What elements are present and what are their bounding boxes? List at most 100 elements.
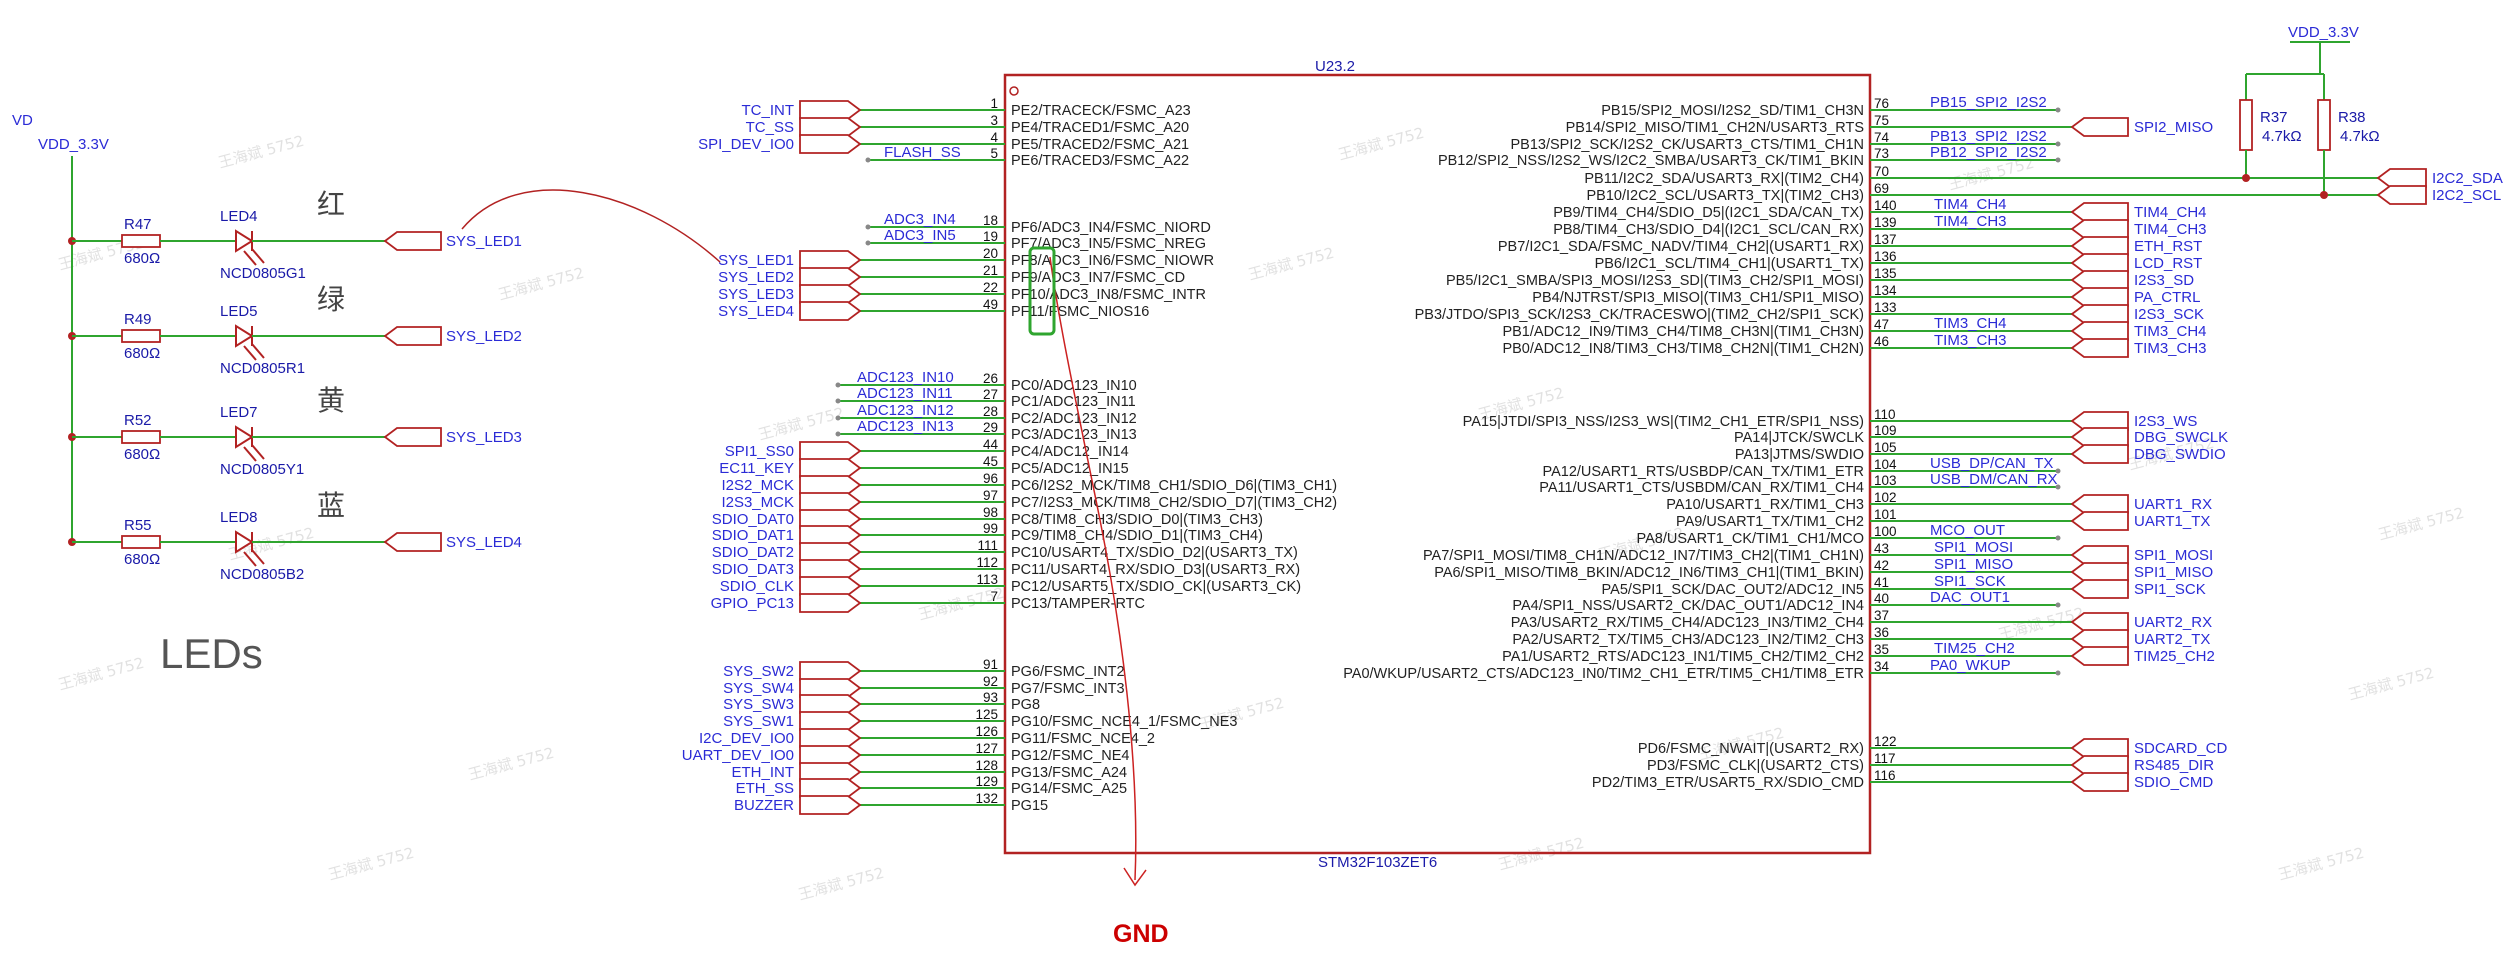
- pin-name: PA9/USART1_TX/TIM1_CH2: [1676, 514, 1864, 530]
- port-label: I2S3_SCK: [2134, 306, 2204, 323]
- resistor: [121, 535, 161, 549]
- net-label: PA0_WKUP: [1930, 657, 2011, 674]
- net-port: [799, 525, 862, 545]
- pin-number: 96: [983, 471, 998, 486]
- pin-name: PA4/SPI1_NSS/USART2_CK/DAC_OUT1/ADC12_IN…: [1512, 598, 1864, 614]
- wire-end: [835, 398, 841, 404]
- pin-number: 122: [1874, 734, 1897, 749]
- pin-number: 76: [1874, 96, 1889, 111]
- sys-led1-annotation-arc: [461, 189, 721, 263]
- net-port: [799, 458, 862, 478]
- pin-name: PB6/I2C1_SCL/TIM4_CH1|(USART1_TX): [1595, 256, 1864, 272]
- pin-name: PC1/ADC123_IN11: [1011, 394, 1136, 410]
- watermark-text: 王海斌 5752: [496, 264, 586, 304]
- net-port: [799, 267, 862, 287]
- pin-name: PB15/SPI2_MOSI/I2S2_SD/TIM1_CH3N: [1601, 103, 1864, 119]
- net-port: [799, 284, 862, 304]
- net-label: I2S3_MCK: [721, 494, 794, 511]
- led-color-label: 绿: [317, 283, 345, 316]
- net-label: SDIO_DAT1: [712, 527, 794, 544]
- wire-end: [2055, 141, 2061, 147]
- resistor-value: 680Ω: [124, 446, 160, 463]
- pin-name: PF9/ADC3_IN7/FSMC_CD: [1011, 270, 1185, 286]
- net-label: SPI1_SS0: [725, 443, 794, 460]
- net-port: [2070, 287, 2129, 307]
- pin-number: 5: [990, 146, 998, 161]
- net-port: [2070, 511, 2129, 531]
- pin-name: PF11/FSMC_NIOS16: [1011, 304, 1149, 320]
- led-row: R52 680Ω LED7 NCD0805Y1 黄 SYS_LED3: [68, 384, 522, 478]
- net-label: ADC123_IN10: [857, 369, 954, 386]
- watermark-text: 王海斌 5752: [326, 844, 416, 884]
- pin-number: 113: [976, 572, 998, 587]
- watermark-text: 王海斌 5752: [2276, 844, 2366, 884]
- pin-number: 126: [975, 724, 998, 739]
- pin-number: 116: [1874, 768, 1896, 783]
- watermark-text: 王海斌 5752: [756, 404, 846, 444]
- pin-number: 102: [1874, 490, 1897, 505]
- pin-name: PC10/USART4_TX/SDIO_D2|(USART3_TX): [1011, 545, 1298, 561]
- resistor: [121, 430, 161, 444]
- net-port: [799, 559, 862, 579]
- net-label: SYS_SW2: [723, 663, 794, 680]
- pin-number: 28: [983, 404, 998, 419]
- net-label: SDIO_CLK: [720, 578, 794, 595]
- led-color-label: 红: [317, 188, 345, 221]
- pin-name: PC8/TIM8_CH3/SDIO_D0|(TIM3_CH3): [1011, 512, 1263, 528]
- wire-end: [865, 224, 871, 230]
- net-port: [2070, 253, 2129, 273]
- pin-number: 73: [1874, 146, 1889, 161]
- pin-name: PB9/TIM4_CH4/SDIO_D5|(I2C1_SDA/CAN_TX): [1553, 205, 1864, 221]
- net-port: [2070, 304, 2129, 324]
- port-label: DBG_SWCLK: [2134, 429, 2228, 446]
- pin-number: 137: [1874, 232, 1897, 247]
- port-label: PA_CTRL: [2134, 289, 2200, 306]
- net-label: ETH_SS: [736, 780, 794, 797]
- pin-number: 45: [983, 454, 998, 469]
- net-port: [2070, 338, 2129, 358]
- port-label: UART2_TX: [2134, 631, 2210, 648]
- pin-number: 127: [975, 741, 998, 756]
- pin-number: 98: [983, 505, 998, 520]
- pin-number: 40: [1874, 591, 1889, 606]
- net-port: [2070, 117, 2129, 137]
- wire-end: [2055, 602, 2061, 608]
- resistor-value: 680Ω: [124, 250, 160, 267]
- led-part: NCD0805Y1: [220, 461, 304, 478]
- net-port: [2070, 755, 2129, 775]
- port-label: UART1_RX: [2134, 496, 2212, 513]
- pin-name: PC11/USART4_RX/SDIO_D3|(USART3_RX): [1011, 562, 1300, 578]
- led-diode-symbol: [235, 229, 254, 253]
- led-net-label: SYS_LED4: [446, 534, 522, 551]
- pin-number: 3: [990, 113, 998, 128]
- net-port: [2070, 494, 2129, 514]
- vdd-left-label: VDD_3.3V: [38, 136, 109, 153]
- net-port: [799, 593, 862, 613]
- pin-name: PB10/I2C2_SCL/USART3_TX|(TIM2_CH3): [1587, 188, 1865, 204]
- net-port: [799, 441, 862, 461]
- pin-name: PC7/I2S3_MCK/TIM8_CH2/SDIO_D7|(TIM3_CH2): [1011, 495, 1337, 511]
- pin-name: PC9/TIM8_CH4/SDIO_D1|(TIM3_CH4): [1011, 528, 1263, 544]
- resistor-value: 680Ω: [124, 551, 160, 568]
- pin-name: PF10/ADC3_IN8/FSMC_INTR: [1011, 287, 1206, 303]
- pin-number: 135: [1874, 266, 1897, 281]
- net-port: [799, 576, 862, 596]
- pin-number: 104: [1874, 457, 1897, 472]
- net-label: DAC_OUT1: [1930, 589, 2010, 606]
- net-port: [799, 134, 862, 154]
- net-port: [2070, 427, 2129, 447]
- pin-name: PB12/SPI2_NSS/I2S2_WS/I2C2_SMBA/USART3_C…: [1438, 153, 1864, 169]
- pin-number: 4: [990, 130, 998, 145]
- pin-name: PC4/ADC12_IN14: [1011, 444, 1129, 460]
- pin-name: PC5/ADC12_IN15: [1011, 461, 1129, 477]
- net-port: [2070, 236, 2129, 256]
- led-part: NCD0805G1: [220, 265, 306, 282]
- pin-name: PA14|JTCK/SWCLK: [1734, 430, 1864, 446]
- pin-number: 70: [1874, 164, 1889, 179]
- net-label: PB12_SPI2_I2S2: [1930, 144, 2047, 161]
- pin-number: 128: [975, 758, 998, 773]
- led-color-label: 黄: [317, 384, 345, 417]
- pin-name: PB1/ADC12_IN9/TIM3_CH4/TIM8_CH3N|(TIM1_C…: [1502, 324, 1864, 340]
- pin-number: 93: [983, 690, 998, 705]
- pin-name: PA8/USART1_CK/TIM1_CH1/MCO: [1637, 531, 1865, 547]
